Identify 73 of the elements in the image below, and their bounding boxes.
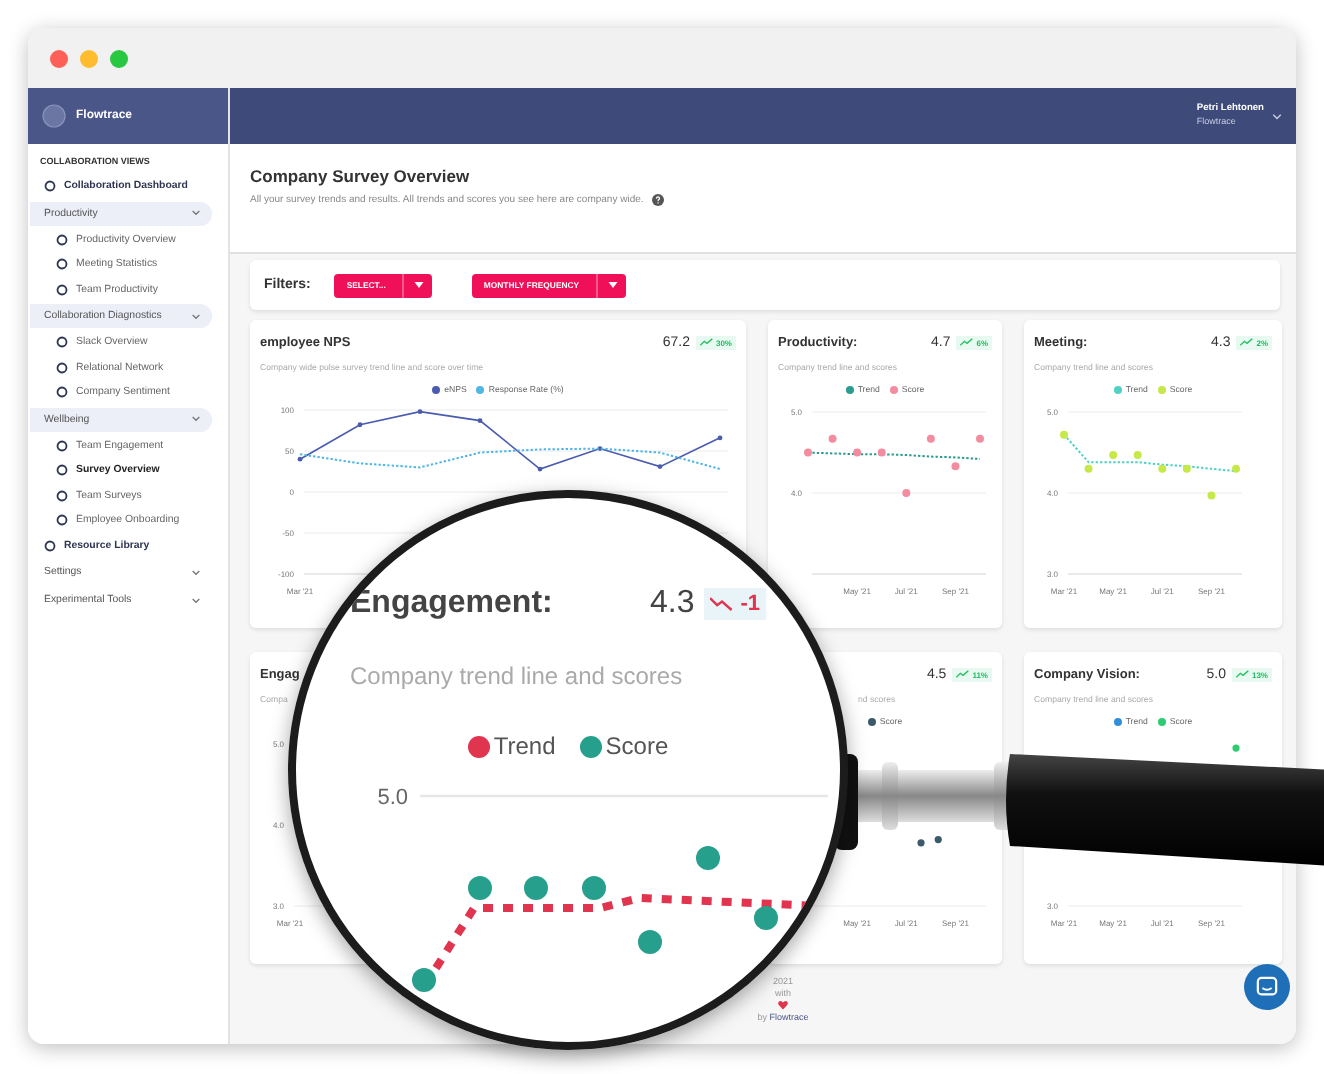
caret-icon	[607, 282, 618, 288]
circle-icon	[56, 283, 68, 296]
chart-point	[1109, 450, 1118, 459]
chart-point	[917, 839, 925, 847]
heart-icon	[778, 1000, 788, 1010]
caret-icon[interactable]	[1272, 113, 1282, 119]
y-axis-label: 5.0	[377, 786, 408, 810]
chart-point	[902, 489, 911, 497]
chart-point	[853, 448, 862, 457]
chart-point	[877, 448, 886, 457]
chart-point	[1158, 464, 1167, 473]
chart-point	[1232, 744, 1240, 752]
change-value: -1	[740, 592, 760, 616]
chart-point	[1207, 491, 1216, 500]
chart-point	[657, 464, 663, 469]
chart-point	[1182, 464, 1191, 473]
trend-icon	[1240, 338, 1255, 346]
caret-icon	[192, 210, 200, 216]
chart-point	[597, 446, 603, 451]
circle-icon	[56, 233, 68, 246]
score-point	[754, 906, 778, 930]
chart-point	[1232, 464, 1240, 473]
score-point	[468, 876, 492, 900]
chart-point	[828, 434, 837, 443]
chart-point	[297, 456, 303, 462]
chart-point	[1084, 464, 1093, 473]
circle-icon	[56, 336, 68, 349]
logo-icon	[42, 104, 66, 128]
circle-icon	[56, 439, 68, 452]
chart-point	[804, 448, 812, 457]
help-icon[interactable]	[651, 194, 664, 206]
circle-icon	[56, 489, 68, 502]
trend-icon	[1235, 670, 1250, 678]
caret-icon	[192, 313, 200, 319]
circle-icon	[56, 386, 68, 399]
chart-point	[477, 418, 483, 424]
chart-point	[951, 462, 960, 471]
circle-icon	[56, 361, 68, 374]
card-title: Engagement:	[350, 586, 553, 622]
caret-icon	[192, 597, 200, 603]
chat-icon	[1256, 976, 1278, 998]
caret-icon	[413, 282, 424, 288]
score-point	[638, 930, 662, 954]
score-point	[696, 846, 720, 870]
trend-icon	[699, 338, 714, 346]
circle-icon	[56, 464, 68, 477]
caret-icon	[192, 416, 200, 422]
chart-point	[537, 466, 543, 472]
chart-point	[926, 434, 935, 443]
chart-point	[357, 422, 363, 428]
score-point	[582, 876, 606, 900]
chart-point	[1060, 430, 1068, 439]
caret-icon	[192, 569, 200, 575]
window-close-button[interactable]	[50, 49, 68, 67]
chart-point	[717, 435, 723, 441]
card-subtitle: Company trend line and scores	[350, 662, 683, 690]
legend-label: Trend	[493, 732, 556, 760]
chart-point	[934, 836, 942, 844]
circle-icon	[44, 180, 56, 193]
circle-icon	[56, 514, 68, 527]
trend-icon	[710, 596, 735, 612]
page-title: Company Survey Overview	[250, 166, 472, 186]
legend-label: Score	[605, 732, 669, 760]
trend-icon	[956, 670, 971, 678]
chart-point	[417, 409, 423, 415]
circle-icon	[56, 258, 68, 271]
chart-point	[976, 434, 984, 443]
score-point	[412, 968, 436, 992]
circle-icon	[44, 539, 56, 552]
score-point	[524, 876, 548, 900]
score-value: 4.3	[649, 586, 695, 622]
trend-icon	[960, 338, 975, 346]
chart-point	[1133, 450, 1142, 459]
